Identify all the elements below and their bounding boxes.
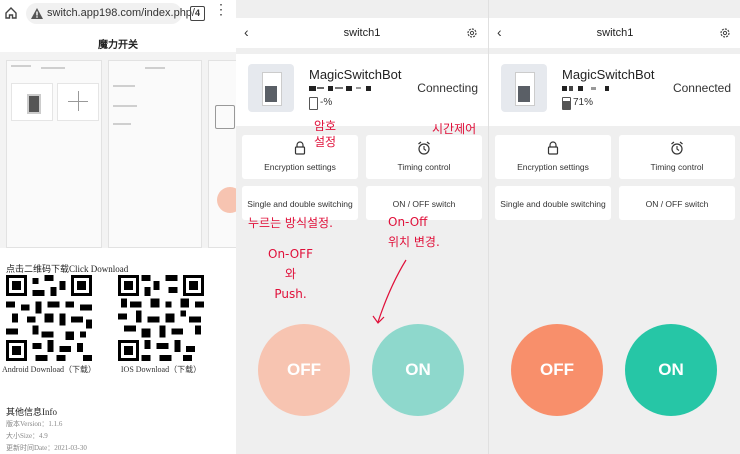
single-double-switching-label: Single and double switching: [500, 199, 606, 209]
encryption-settings-tile[interactable]: Encryption settings: [495, 135, 611, 179]
browser-toolbar: switch.app198.com/index.php/ 4 ⋮: [0, 0, 236, 28]
timing-control-label: Timing control: [650, 162, 704, 172]
off-button[interactable]: OFF: [258, 324, 350, 416]
device-name: MagicSwitchBot: [309, 67, 402, 82]
on-button[interactable]: ON: [625, 324, 717, 416]
size-text: 大小Size：4.9: [6, 432, 48, 440]
timing-control-label: Timing control: [397, 162, 451, 172]
battery-icon: [309, 97, 318, 110]
device-title: switch1: [343, 27, 381, 39]
android-download-caption: Android Download（下载）: [2, 365, 96, 374]
lock-icon: [294, 141, 306, 155]
app-header: ‹ switch1: [489, 18, 740, 48]
on-off-switch-label: ON / OFF switch: [392, 199, 456, 209]
annotation-password: 암호 설정: [314, 119, 337, 149]
browser-panel: switch.app198.com/index.php/ 4 ⋮ 魔力开关 点击…: [0, 0, 236, 454]
gear-icon[interactable]: [719, 27, 731, 39]
connection-status: Connected: [672, 81, 731, 95]
add-device-thumb: [57, 83, 99, 121]
address-bar[interactable]: switch.app198.com/index.php/: [26, 3, 195, 24]
android-qr-code[interactable]: [6, 275, 92, 361]
off-button[interactable]: OFF: [511, 324, 603, 416]
alarm-clock-icon: [418, 141, 430, 155]
gallery-thumb-1[interactable]: [6, 60, 102, 248]
screenshot-gallery[interactable]: [0, 52, 236, 248]
annotation-press-mode: 누르는 방식설정.: [248, 216, 333, 230]
ios-download-caption: IOS Download（下载）: [120, 365, 202, 374]
encryption-settings-label: Encryption settings: [517, 162, 589, 172]
device-name: MagicSwitchBot: [562, 67, 655, 82]
alarm-clock-icon: [671, 141, 683, 155]
version-text: 版本Version：1.1.6: [6, 420, 63, 428]
app-panel-connected: ‹ switch1 MagicSwitchBot 71% Connected E…: [488, 0, 740, 454]
single-double-switching-tile[interactable]: Single and double switching: [495, 186, 611, 220]
on-off-switch-label: ON / OFF switch: [645, 199, 709, 209]
battery-level: 71%: [573, 97, 594, 108]
battery-level: -%: [320, 97, 333, 108]
gallery-thumb-2[interactable]: [108, 60, 202, 248]
single-double-switching-label: Single and double switching: [247, 199, 353, 209]
url-text: switch.app198.com/index.php/: [47, 7, 195, 19]
app-header: ‹ switch1: [236, 18, 488, 48]
on-off-switch-tile[interactable]: ON / OFF switch: [619, 186, 735, 220]
on-button[interactable]: ON: [372, 324, 464, 416]
overflow-menu-icon[interactable]: ⋮: [214, 2, 228, 22]
mac-address-redacted: [309, 86, 371, 91]
lock-icon: [547, 141, 559, 155]
annotation-onoff-position: On-Off 위치 변경.: [388, 215, 440, 249]
date-text: 更新时间Date：2021-03-30: [6, 444, 87, 452]
mac-address-redacted: [562, 86, 609, 91]
annotation-onoff-push: On-OFF 와 Push.: [268, 247, 313, 301]
device-card: MagicSwitchBot -% Connecting: [236, 54, 488, 126]
encryption-settings-label: Encryption settings: [264, 162, 336, 172]
ios-qr-code[interactable]: [118, 275, 204, 361]
download-label: 点击二维码下载Click Download: [6, 264, 129, 274]
battery-icon: [562, 97, 571, 110]
tab-switcher-icon[interactable]: 4: [190, 6, 205, 21]
encryption-settings-tile[interactable]: Encryption settings: [242, 135, 358, 179]
gear-icon[interactable]: [466, 27, 478, 39]
timing-control-tile[interactable]: Timing control: [366, 135, 482, 179]
gallery-thumb-3[interactable]: [208, 60, 236, 248]
device-card: MagicSwitchBot 71% Connected: [489, 54, 740, 126]
device-thumb: [11, 83, 53, 121]
info-title: 其他信息Info: [6, 407, 57, 417]
page-title: 魔力开关: [98, 40, 138, 51]
device-title: switch1: [596, 27, 634, 39]
annotation-timer: 시간제어: [432, 122, 477, 136]
switchbot-device-image: [248, 64, 294, 112]
home-icon[interactable]: [4, 6, 18, 20]
timing-control-tile[interactable]: Timing control: [619, 135, 735, 179]
warning-icon: [31, 8, 43, 19]
switchbot-device-image: [501, 64, 547, 112]
connection-status: Connecting: [417, 81, 478, 95]
annotation-arrow: [372, 259, 407, 324]
app-panel-connecting: ‹ switch1 MagicSwitchBot -% Connecting E…: [236, 0, 488, 454]
